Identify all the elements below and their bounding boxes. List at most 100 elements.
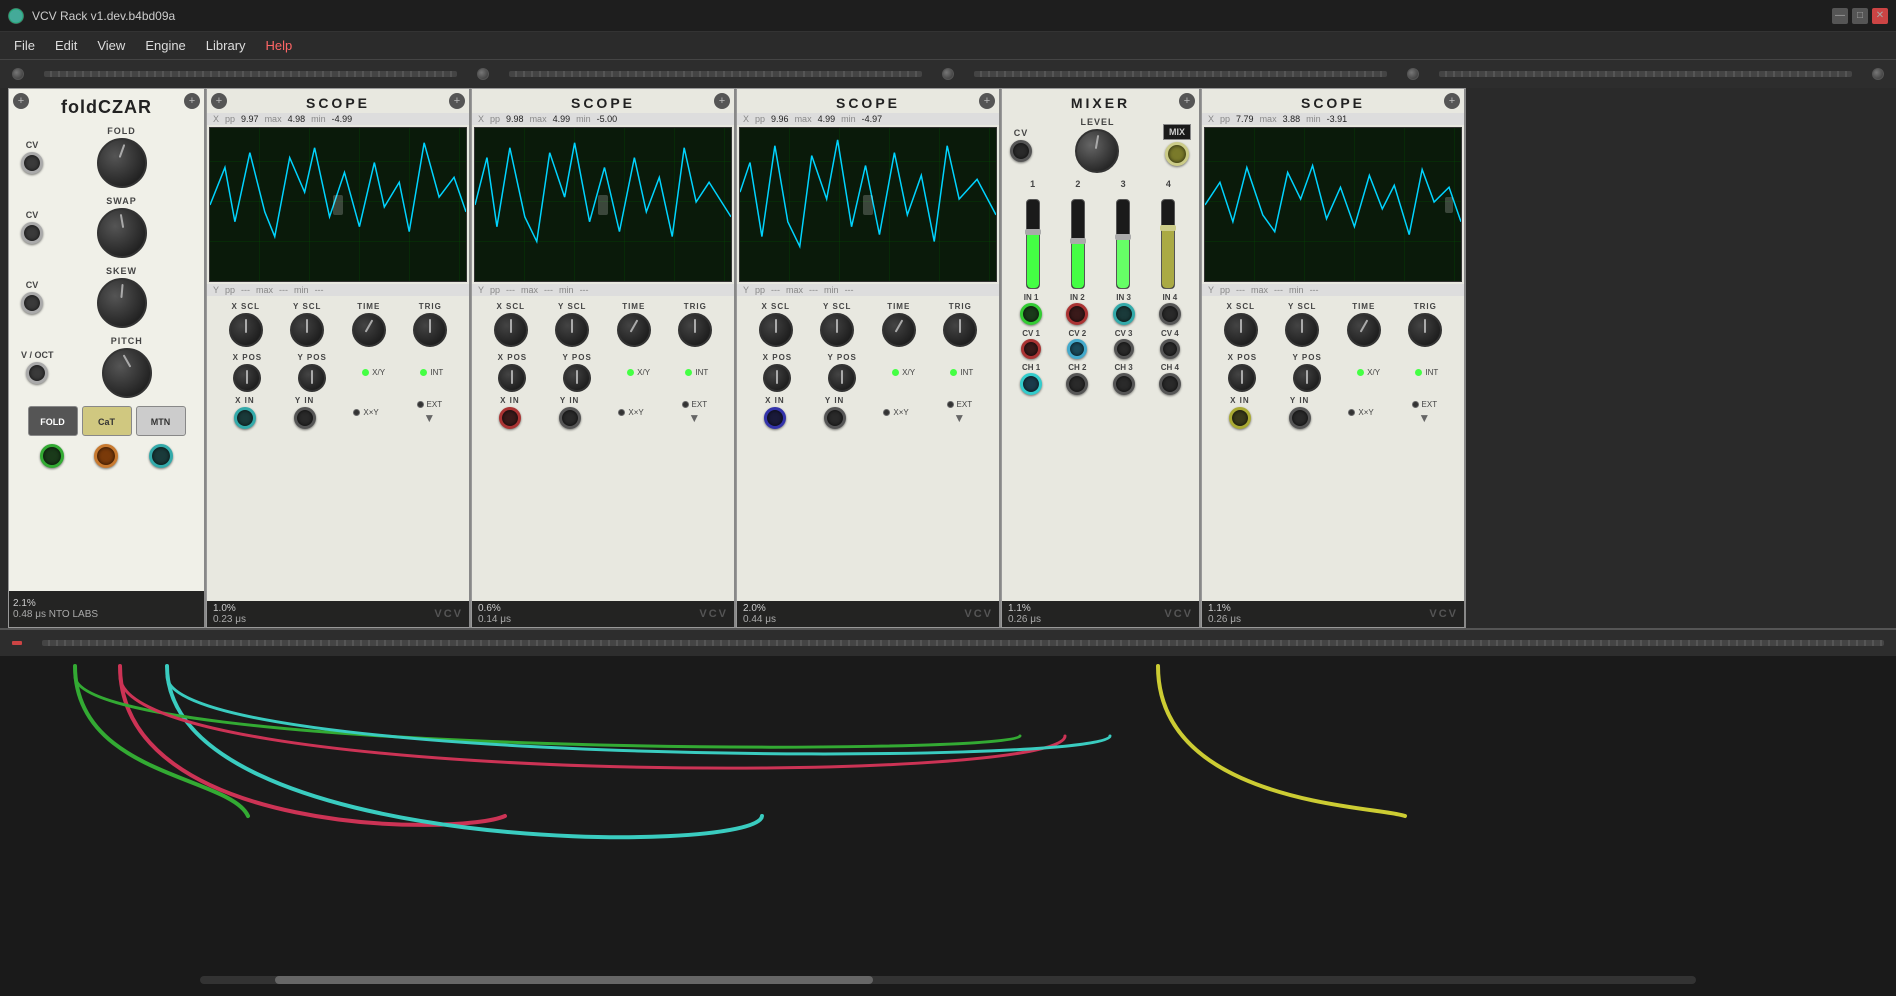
pitch-cv-port[interactable] — [26, 362, 48, 384]
fader2-track[interactable] — [1071, 199, 1085, 289]
skew-cv-port[interactable] — [21, 292, 43, 314]
scope2-ext-dropdown[interactable]: ▼ — [682, 411, 708, 425]
scope2-xy-dot[interactable] — [627, 369, 634, 376]
fold-button[interactable]: FOLD — [28, 406, 78, 436]
fader4-track[interactable] — [1161, 199, 1175, 289]
scope4-time-knob[interactable] — [1347, 313, 1381, 347]
scope3-ext-dropdown[interactable]: ▼ — [947, 411, 973, 425]
scope2-ext-dot[interactable] — [682, 401, 689, 408]
scope3-time-knob[interactable] — [882, 313, 916, 347]
scope4-yin-port[interactable] — [1289, 407, 1311, 429]
scope3-xscl-knob[interactable] — [759, 313, 793, 347]
scope3-xxy-dot[interactable] — [883, 409, 890, 416]
minimize-button[interactable]: — — [1832, 8, 1848, 24]
scope2-yscl-knob[interactable] — [555, 313, 589, 347]
fold-knob[interactable] — [97, 138, 147, 188]
fader3-track[interactable] — [1116, 199, 1130, 289]
mixer-cv-port[interactable] — [1010, 140, 1032, 162]
menu-view[interactable]: View — [87, 34, 135, 57]
fold-out-port[interactable] — [40, 444, 64, 468]
scope3-xin-port[interactable] — [764, 407, 786, 429]
ch1-port[interactable] — [1020, 373, 1042, 395]
scope4-yscl-knob[interactable] — [1285, 313, 1319, 347]
scope2-xxy-dot[interactable] — [618, 409, 625, 416]
fader1-track[interactable] — [1026, 199, 1040, 289]
in1-port[interactable] — [1020, 303, 1042, 325]
scope4-xscl-knob[interactable] — [1224, 313, 1258, 347]
scope3-ypos-knob[interactable] — [828, 364, 856, 392]
add-module-btn[interactable]: + — [13, 93, 29, 109]
mtn-out-port[interactable] — [149, 444, 173, 468]
scope4-trig-knob[interactable] — [1408, 313, 1442, 347]
add-module-btn-right[interactable]: + — [449, 93, 465, 109]
menu-edit[interactable]: Edit — [45, 34, 87, 57]
scope3-ext-dot[interactable] — [947, 401, 954, 408]
xxy-dot[interactable] — [353, 409, 360, 416]
menu-library[interactable]: Library — [196, 34, 256, 57]
cv1-port[interactable] — [1021, 339, 1041, 359]
cv2-port[interactable] — [1067, 339, 1087, 359]
scope2-xpos-knob[interactable] — [498, 364, 526, 392]
add-module-btn[interactable]: + — [211, 93, 227, 109]
scope2-yin-port[interactable] — [559, 407, 581, 429]
skew-knob[interactable] — [97, 278, 147, 328]
add-module-btn-right[interactable]: + — [714, 93, 730, 109]
ypos-knob[interactable] — [298, 364, 326, 392]
scope2-int-dot[interactable] — [685, 369, 692, 376]
add-module-btn-right[interactable]: + — [979, 93, 995, 109]
xscl-knob[interactable] — [229, 313, 263, 347]
scope4-ext-dot[interactable] — [1412, 401, 1419, 408]
scope3-xy-dot[interactable] — [892, 369, 899, 376]
cat-out-port[interactable] — [94, 444, 118, 468]
menu-help[interactable]: Help — [256, 34, 303, 57]
in4-port[interactable] — [1159, 303, 1181, 325]
scope2-xscl-knob[interactable] — [494, 313, 528, 347]
scope3-int-dot[interactable] — [950, 369, 957, 376]
cv4-port[interactable] — [1160, 339, 1180, 359]
ch4-port[interactable] — [1159, 373, 1181, 395]
scrollbar-thumb[interactable] — [275, 976, 873, 984]
swap-knob[interactable] — [97, 208, 147, 258]
scope4-int-dot[interactable] — [1415, 369, 1422, 376]
pitch-knob[interactable] — [102, 348, 152, 398]
scope4-xy-dot[interactable] — [1357, 369, 1364, 376]
scope4-xpos-knob[interactable] — [1228, 364, 1256, 392]
time-knob[interactable] — [352, 313, 386, 347]
scope3-xpos-knob[interactable] — [763, 364, 791, 392]
in2-port[interactable] — [1066, 303, 1088, 325]
scope4-ext-dropdown[interactable]: ▼ — [1412, 411, 1438, 425]
scope3-trig-knob[interactable] — [943, 313, 977, 347]
menu-engine[interactable]: Engine — [135, 34, 195, 57]
maximize-button[interactable]: □ — [1852, 8, 1868, 24]
ext-dot[interactable] — [417, 401, 424, 408]
level-knob[interactable] — [1075, 129, 1119, 173]
scope2-trig-knob[interactable] — [678, 313, 712, 347]
xpos-knob[interactable] — [233, 364, 261, 392]
scope4-xin-port[interactable] — [1229, 407, 1251, 429]
ch3-port[interactable] — [1113, 373, 1135, 395]
xin-port[interactable] — [234, 407, 256, 429]
yscl-knob[interactable] — [290, 313, 324, 347]
swap-cv-port[interactable] — [21, 222, 43, 244]
trig-knob[interactable] — [413, 313, 447, 347]
fold-cv-port[interactable] — [21, 152, 43, 174]
scope4-xxy-dot[interactable] — [1348, 409, 1355, 416]
add-module-btn-right[interactable]: + — [1179, 93, 1195, 109]
ext-dropdown[interactable]: ▼ — [417, 411, 443, 425]
add-module-btn-right[interactable]: + — [184, 93, 200, 109]
scope2-time-knob[interactable] — [617, 313, 651, 347]
scope2-ypos-knob[interactable] — [563, 364, 591, 392]
cv3-port[interactable] — [1114, 339, 1134, 359]
mix-port[interactable] — [1165, 142, 1189, 166]
mtn-button[interactable]: MTN — [136, 406, 186, 436]
scope3-yscl-knob[interactable] — [820, 313, 854, 347]
close-button[interactable]: ✕ — [1872, 8, 1888, 24]
scope2-xin-port[interactable] — [499, 407, 521, 429]
in3-port[interactable] — [1113, 303, 1135, 325]
add-module-btn-right[interactable]: + — [1444, 93, 1460, 109]
scope4-ypos-knob[interactable] — [1293, 364, 1321, 392]
yin-port[interactable] — [294, 407, 316, 429]
mix-button[interactable]: MIX — [1163, 124, 1191, 140]
menu-file[interactable]: File — [4, 34, 45, 57]
cat-button[interactable]: CaT — [82, 406, 132, 436]
